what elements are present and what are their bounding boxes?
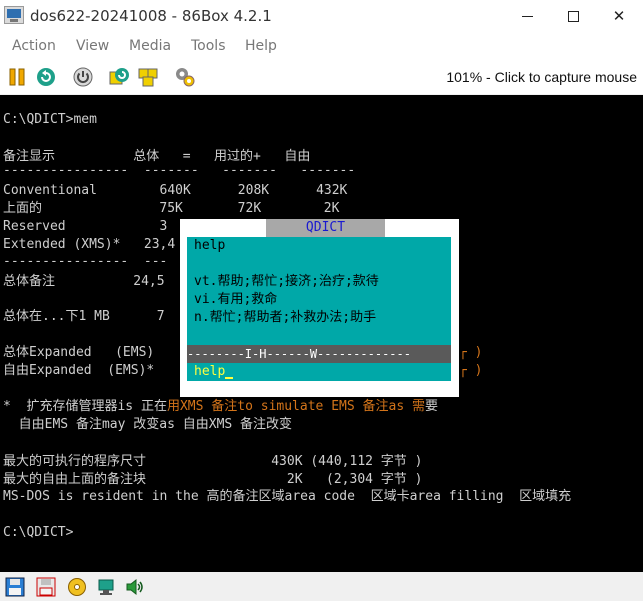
mem-dashes-2: ---------------- --- (3, 254, 168, 269)
qdict-input-text: help (194, 364, 226, 379)
floppy-drive-2-icon (36, 577, 56, 597)
floppy-drive-2-button[interactable] (36, 577, 56, 597)
qdict-input-field[interactable]: help (187, 363, 451, 381)
ctrl-alt-del-button[interactable] (109, 66, 131, 88)
edge-bracket-2: ┌ ) (459, 363, 483, 378)
capture-mouse-status[interactable]: 101% - Click to capture mouse (446, 69, 637, 85)
qdict-def-vt: vt.帮助;帮忙;接济;治疗;款待 (194, 274, 379, 289)
resident-line: MS-DOS is resident in the 高的备注区域area cod… (3, 489, 572, 504)
dos-prompt-mem: C:\QDICT>mem (3, 112, 97, 127)
menu-view[interactable]: View (76, 38, 109, 54)
mem-row-reserved: Reserved 3 (3, 219, 168, 234)
emm-note-start: * 扩充存储管理器is 正在 (3, 399, 167, 414)
floppy-drive-1-button[interactable] (5, 577, 25, 597)
emm-note-highlight: 用XMS 备注to simulate EMS 备注as 需 (166, 399, 425, 414)
status-bar (0, 572, 643, 601)
qdict-def-vi: vi.有用;救命 (194, 292, 278, 307)
ctrl-alt-esc-button[interactable] (137, 66, 159, 88)
reset-icon (37, 68, 55, 86)
emm-note-end: 要 (424, 399, 438, 414)
mem-row-extended: Extended (XMS)* 23,4 (3, 237, 176, 252)
qdict-definition-panel: help vt.帮助;帮忙;接济;治疗;款待 vi.有用;救命 n.帮忙;帮助者… (187, 237, 451, 345)
dos-prompt: C:\QDICT> (3, 525, 74, 540)
emulator-screen[interactable]: C:\QDICT>mem 备注显示 总体 = 用过的+ 自由 ---------… (0, 95, 643, 572)
mem-row-upper: 上面的 75K 72K 2K (3, 201, 340, 216)
menu-media[interactable]: Media (129, 38, 171, 54)
window-title: dos622-20241008 - 86Box 4.2.1 (30, 7, 272, 25)
text-cursor (225, 377, 233, 379)
menu-bar: Action View Media Tools Help (0, 34, 643, 60)
qdict-title: QDICT (266, 219, 385, 237)
mem-row-free-expanded: 自由Expanded (EMS)* (3, 363, 155, 378)
menu-tools[interactable]: Tools (191, 38, 226, 54)
close-icon: ✕ (612, 7, 626, 25)
power-icon (73, 67, 93, 87)
menu-action[interactable]: Action (12, 38, 56, 54)
floppy-drive-1-icon (5, 577, 25, 597)
largest-upper-line: 最大的自由上面的备注块 2K (2,304 字节 ) (3, 472, 423, 487)
emm-note: * 扩充存储管理器is 正在用XMS 备注to simulate EMS 备注a… (3, 399, 438, 415)
mem-row-conventional: Conventional 640K 208K 432K (3, 183, 348, 198)
sound-button[interactable] (125, 577, 145, 597)
qdict-popup: QDICT help vt.帮助;帮忙;接济;治疗;款待 vi.有用;救命 n.… (180, 219, 459, 397)
close-button[interactable]: ✕ (596, 0, 642, 32)
power-button[interactable] (72, 66, 94, 88)
mem-row-expanded: 总体Expanded (EMS) (3, 345, 155, 360)
pause-button[interactable] (6, 66, 28, 88)
pause-icon (9, 68, 25, 86)
maximize-button[interactable] (550, 0, 596, 32)
qdict-index-bar: --------I-H------W------------- (187, 345, 451, 363)
minimize-button[interactable] (504, 0, 550, 32)
86box-app-icon (4, 6, 24, 24)
reset-button[interactable] (35, 66, 57, 88)
cdrom-button[interactable] (67, 577, 87, 597)
mem-dashes: ---------------- ------- ------- ------- (3, 163, 356, 178)
settings-button[interactable] (174, 66, 196, 88)
network-button[interactable] (96, 577, 116, 597)
title-bar: dos622-20241008 - 86Box 4.2.1 ✕ (0, 0, 643, 34)
emm-note-2: 自由EMS 备注may 改变as 自由XMS 备注改变 (3, 417, 293, 432)
qdict-def-n: n.帮忙;帮助者;补救办法;助手 (194, 310, 377, 325)
ctrl-alt-del-icon (109, 68, 129, 85)
sound-icon (126, 578, 143, 596)
mem-row-total: 总体备注 24,5 (3, 274, 165, 289)
menu-help[interactable]: Help (245, 38, 277, 54)
mem-row-under-1mb: 总体在...下1 MB 7 (3, 309, 165, 324)
ctrl-alt-esc-icon (138, 68, 158, 87)
edge-bracket-1: ┌ ) (459, 345, 483, 360)
largest-exec-line: 最大的可执行的程序尺寸 430K (440,112 字节 ) (3, 454, 423, 469)
qdict-headword: help (194, 238, 226, 253)
network-icon (98, 579, 114, 595)
emulator-window: dos622-20241008 - 86Box 4.2.1 ✕ Action V… (0, 0, 643, 601)
settings-icon (176, 68, 195, 87)
cdrom-icon (68, 578, 86, 596)
toolbar: 101% - Click to capture mouse (0, 60, 643, 94)
